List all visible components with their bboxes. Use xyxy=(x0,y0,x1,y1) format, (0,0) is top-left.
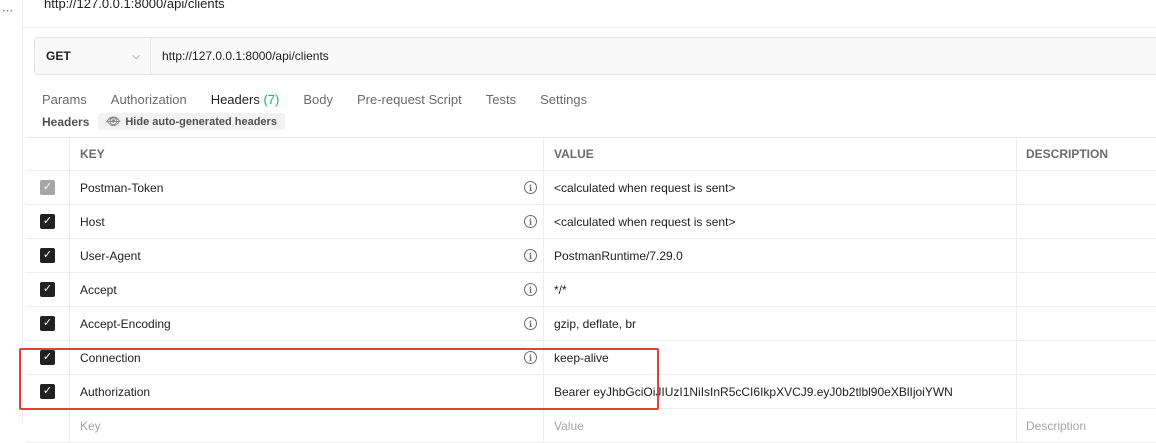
info-icon[interactable]: i xyxy=(524,351,537,364)
header-key: Connection xyxy=(80,350,141,365)
header-description[interactable] xyxy=(1017,307,1156,340)
tab-body[interactable]: Body xyxy=(303,92,333,115)
header-description[interactable] xyxy=(1017,171,1156,204)
eye-off-icon: 👁 xyxy=(106,116,121,128)
tab-pre-request-script[interactable]: Pre-request Script xyxy=(357,92,462,115)
table-row: ✓ Host i <calculated when request is sent… xyxy=(26,205,1156,239)
table-row: ✓ User-Agent i PostmanRuntime/7.29.0 xyxy=(26,239,1156,273)
table-row: ✓ Authorization Bearer eyJhbGciOiJIUzI1N… xyxy=(26,375,1156,409)
header-value[interactable]: Bearer eyJhbGciOiJIUzI1NiIsInR5cCI6IkpXV… xyxy=(544,375,1017,408)
url-input[interactable]: http://127.0.0.1:8000/api/clients xyxy=(151,38,1156,74)
hide-auto-headers-button[interactable]: 👁 Hide auto-generated headers xyxy=(98,113,285,130)
tab-settings[interactable]: Settings xyxy=(540,92,587,115)
request-tabs: Params Authorization Headers (7) Body Pr… xyxy=(42,92,611,115)
tab-headers[interactable]: Headers (7) xyxy=(210,92,280,115)
method-label: GET xyxy=(46,49,71,63)
row-checkbox[interactable]: ✓ xyxy=(40,248,55,263)
left-sidebar-strip: ⋯ xyxy=(0,0,23,423)
header-description[interactable] xyxy=(1017,375,1156,408)
column-header-key: KEY xyxy=(70,138,544,170)
headers-count: (7) xyxy=(263,92,280,107)
header-description[interactable] xyxy=(1017,205,1156,238)
header-value[interactable]: <calculated when request is sent> xyxy=(544,205,1017,238)
row-checkbox[interactable]: ✓ xyxy=(40,384,55,399)
more-icon[interactable]: ⋯ xyxy=(2,4,14,17)
new-value-input[interactable]: Value xyxy=(544,409,1017,442)
request-title[interactable]: http://127.0.0.1:8000/api/clients xyxy=(44,0,225,11)
method-select[interactable]: GET ⌵ xyxy=(35,38,151,74)
header-check-cell xyxy=(26,138,70,170)
row-checkbox[interactable]: ✓ xyxy=(40,316,55,331)
table-header-row: KEY VALUE DESCRIPTION xyxy=(26,138,1156,171)
info-icon[interactable]: i xyxy=(524,283,537,296)
new-key-input[interactable]: Key xyxy=(70,409,544,442)
headers-table: KEY VALUE DESCRIPTION ✓ Postman-Token i <… xyxy=(26,137,1156,443)
info-icon[interactable]: i xyxy=(524,249,537,262)
divider xyxy=(22,27,1156,28)
tab-params[interactable]: Params xyxy=(42,92,87,115)
chevron-down-icon: ⌵ xyxy=(132,50,140,62)
header-value[interactable]: gzip, deflate, br xyxy=(544,307,1017,340)
row-checkbox[interactable]: ✓ xyxy=(40,214,55,229)
header-value[interactable]: PostmanRuntime/7.29.0 xyxy=(544,239,1017,272)
header-description[interactable] xyxy=(1017,239,1156,272)
tab-tests[interactable]: Tests xyxy=(486,92,516,115)
row-checkbox[interactable]: ✓ xyxy=(40,282,55,297)
headers-subheader: Headers 👁 Hide auto-generated headers xyxy=(42,113,285,130)
header-value[interactable]: */* xyxy=(544,273,1017,306)
column-header-value: VALUE xyxy=(544,138,1017,170)
tab-authorization[interactable]: Authorization xyxy=(111,92,187,115)
header-value[interactable]: <calculated when request is sent> xyxy=(544,171,1017,204)
header-key: Postman-Token xyxy=(80,180,164,195)
header-key: Authorization xyxy=(80,384,151,399)
headers-label: Headers xyxy=(42,114,90,129)
url-bar: GET ⌵ http://127.0.0.1:8000/api/clients xyxy=(34,37,1156,75)
info-icon[interactable]: i xyxy=(524,215,537,228)
table-row: ✓ Accept i */* xyxy=(26,273,1156,307)
table-row-new: Key Value Description xyxy=(26,409,1156,443)
header-key: User-Agent xyxy=(80,248,141,263)
header-key: Accept-Encoding xyxy=(80,316,171,331)
row-checkbox[interactable]: ✓ xyxy=(40,180,55,195)
header-key: Accept xyxy=(80,282,117,297)
hide-auto-headers-label: Hide auto-generated headers xyxy=(125,115,277,128)
table-row: ✓ Connection i keep-alive xyxy=(26,341,1156,375)
header-value[interactable]: keep-alive xyxy=(544,341,1017,374)
header-description[interactable] xyxy=(1017,341,1156,374)
header-description[interactable] xyxy=(1017,273,1156,306)
column-header-description: DESCRIPTION xyxy=(1026,147,1109,161)
new-description-input[interactable]: Description xyxy=(1017,409,1156,442)
row-checkbox[interactable]: ✓ xyxy=(40,350,55,365)
table-row: ✓ Postman-Token i <calculated when reques… xyxy=(26,171,1156,205)
table-row: ✓ Accept-Encoding i gzip, deflate, br xyxy=(26,307,1156,341)
header-key: Host xyxy=(80,214,105,229)
info-icon[interactable]: i xyxy=(524,317,537,330)
info-icon[interactable]: i xyxy=(524,181,537,194)
